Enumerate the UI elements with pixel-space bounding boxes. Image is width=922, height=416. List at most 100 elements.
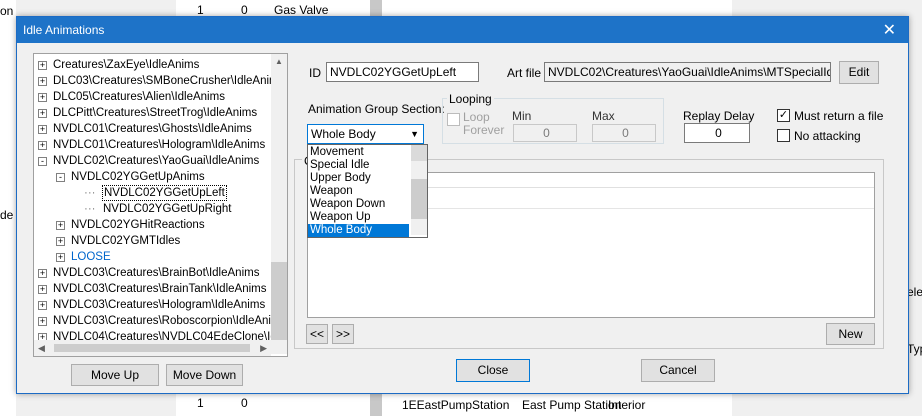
tree-item-label: LOOSE	[71, 251, 111, 263]
background-scrollbar	[370, 0, 382, 16]
tree-item-label: Creatures\ZaxEye\IdleAnims	[53, 59, 200, 71]
expand-icon[interactable]: +	[38, 109, 47, 118]
dialog-title: Idle Animations	[23, 23, 105, 37]
replay-delay-input[interactable]: 0	[684, 123, 750, 143]
tree-item-label: DLCPitt\Creatures\StreetTrog\IdleAnims	[53, 107, 258, 119]
expand-icon[interactable]: +	[38, 93, 47, 102]
background-text: de	[0, 208, 14, 222]
tree-vertical-scrollbar[interactable]: ▲	[271, 54, 287, 354]
animation-group-value: Whole Body	[311, 127, 376, 141]
expand-icon[interactable]: +	[56, 237, 65, 246]
background-cell: East Pump Station	[522, 398, 622, 412]
expand-icon[interactable]: +	[38, 285, 47, 294]
expand-icon[interactable]: +	[38, 317, 47, 326]
chevron-down-icon[interactable]: ▼	[410, 125, 419, 143]
tree-item-label: NVDLC02YGMTIdles	[71, 235, 181, 247]
loop-forever-label: Loop Forever	[463, 110, 505, 137]
no-attacking-checkbox[interactable]	[777, 129, 790, 142]
idle-animations-dialog: Idle Animations ✕ + Creatures\ZaxEye\Idle…	[16, 16, 909, 394]
expand-icon[interactable]: +	[38, 269, 47, 278]
expand-icon[interactable]: +	[56, 253, 65, 262]
tree-horizontal-scrollbar[interactable]: ◀ ▶	[34, 340, 271, 356]
replay-delay-label: Replay Delay	[683, 109, 755, 123]
background-text: elec	[907, 285, 922, 299]
tree-item-label: NVDLC03\Creatures\BrainTank\IdleAnims	[53, 283, 267, 295]
expand-icon[interactable]: +	[38, 125, 47, 134]
close-button[interactable]: Close	[456, 359, 530, 382]
collapse-icon[interactable]: -	[38, 157, 47, 166]
tree-item-label: NVDLC02YGHitReactions	[71, 219, 205, 231]
background-text: Typ	[907, 342, 922, 356]
min-input[interactable]: 0	[513, 124, 577, 142]
background-cell: 1	[197, 3, 204, 17]
collapse-icon[interactable]: -	[56, 173, 65, 182]
tree-item-label: NVDLC03\Creatures\BrainBot\IdleAnims	[53, 267, 260, 279]
scroll-right-arrow-icon[interactable]: ▶	[260, 343, 267, 354]
loop-forever-checkbox[interactable]	[447, 113, 460, 126]
background-right-panel: elec Typ	[907, 0, 922, 416]
background-cell: Gas Valve	[274, 3, 329, 17]
art-file-label: Art file	[507, 66, 542, 80]
tree-connector: ···	[84, 203, 96, 215]
expand-icon[interactable]: +	[38, 141, 47, 150]
dropdown-option[interactable]: Weapon	[308, 185, 409, 198]
dropdown-scroll-thumb[interactable]	[411, 179, 427, 219]
dropdown-option[interactable]: Whole Body	[308, 224, 409, 237]
animation-group-label: Animation Group Section:	[308, 102, 445, 116]
animation-tree[interactable]: + Creatures\ZaxEye\IdleAnims + DLC03\Creatu…	[33, 53, 288, 357]
animation-group-dropdown-list[interactable]: Movement Special Idle Upper Body Weapon Weap…	[307, 144, 428, 238]
tree-item-label: NVDLC02YGGetUpRight	[103, 203, 232, 215]
background-panel	[382, 0, 732, 16]
background-table-top: 1 0 Gas Valve	[176, 0, 370, 17]
max-input[interactable]: 0	[592, 124, 656, 142]
tree-item-label: NVDLC02YGGetUpLeft	[102, 185, 227, 201]
expand-icon[interactable]: +	[38, 301, 47, 310]
must-return-label: Must return a file	[794, 109, 884, 123]
art-file-field[interactable]: NVDLC02\Creatures\YaoGuai\IdleAnims\MTSp…	[544, 62, 831, 82]
dropdown-option[interactable]: Movement	[308, 146, 409, 159]
background-left-panel: on de	[0, 0, 16, 416]
expand-icon[interactable]: +	[38, 61, 47, 70]
expand-icon[interactable]: +	[38, 77, 47, 86]
tree-item-label: DLC03\Creatures\SMBoneCrusher\IdleAnims	[53, 75, 285, 87]
move-down-button[interactable]: Move Down	[166, 364, 243, 386]
scroll-up-arrow-icon[interactable]: ▲	[275, 57, 283, 66]
background-cell: 0	[241, 3, 248, 17]
tree-connector: ···	[84, 187, 96, 199]
background-cell: 1EEastPumpStation	[402, 398, 510, 412]
cancel-button[interactable]: Cancel	[641, 359, 715, 382]
tree-item-label: NVDLC03\Creatures\Roboscorpion\IdleAnims	[53, 315, 287, 327]
max-label: Max	[592, 109, 615, 123]
dropdown-scrollbar[interactable]	[411, 145, 427, 235]
close-icon[interactable]: ✕	[883, 20, 896, 40]
tree-item-label: NVDLC02YGGetUpAnims	[71, 171, 205, 183]
previous-button[interactable]: <<	[306, 324, 328, 344]
tree-horizontal-thumb[interactable]	[54, 344, 250, 352]
next-button[interactable]: >>	[332, 324, 354, 344]
edit-button[interactable]: Edit	[839, 61, 879, 84]
dropdown-option[interactable]: Special Idle	[308, 159, 409, 172]
dialog-titlebar[interactable]: Idle Animations ✕	[17, 17, 908, 43]
expand-icon[interactable]: +	[56, 221, 65, 230]
tree-scroll-thumb[interactable]	[271, 262, 287, 340]
tree-item-label: NVDLC01\Creatures\Ghosts\IdleAnims	[53, 123, 252, 135]
must-return-checkbox[interactable]: ✓	[777, 109, 790, 122]
id-label: ID	[309, 66, 321, 80]
min-label: Min	[512, 109, 532, 123]
animation-group-select[interactable]: Whole Body ▼	[307, 124, 424, 144]
new-button[interactable]: New	[826, 323, 875, 345]
tree-item-label: DLC05\Creatures\Alien\IdleAnims	[53, 91, 225, 103]
dropdown-scroll-thumb-top[interactable]	[411, 145, 427, 161]
dropdown-option[interactable]: Upper Body	[308, 172, 409, 185]
tree-item-label: NVDLC02\Creatures\YaoGuai\IdleAnims	[53, 155, 260, 167]
background-cell: 0	[241, 396, 248, 410]
move-up-button[interactable]: Move Up	[71, 364, 159, 386]
dropdown-option[interactable]: Weapon Down	[308, 198, 409, 211]
tree-item-label: NVDLC03\Creatures\Hologram\IdleAnims	[53, 299, 266, 311]
background-cell: Interior	[608, 398, 646, 412]
scroll-left-arrow-icon[interactable]: ◀	[38, 343, 45, 354]
id-input[interactable]: NVDLC02YGGetUpLeft	[326, 62, 479, 82]
background-table-bottom-right: 1EEastPumpStation East Pump Station Inte…	[382, 392, 732, 416]
dropdown-option[interactable]: Weapon Up	[308, 211, 409, 224]
background-scrollbar	[370, 392, 382, 416]
